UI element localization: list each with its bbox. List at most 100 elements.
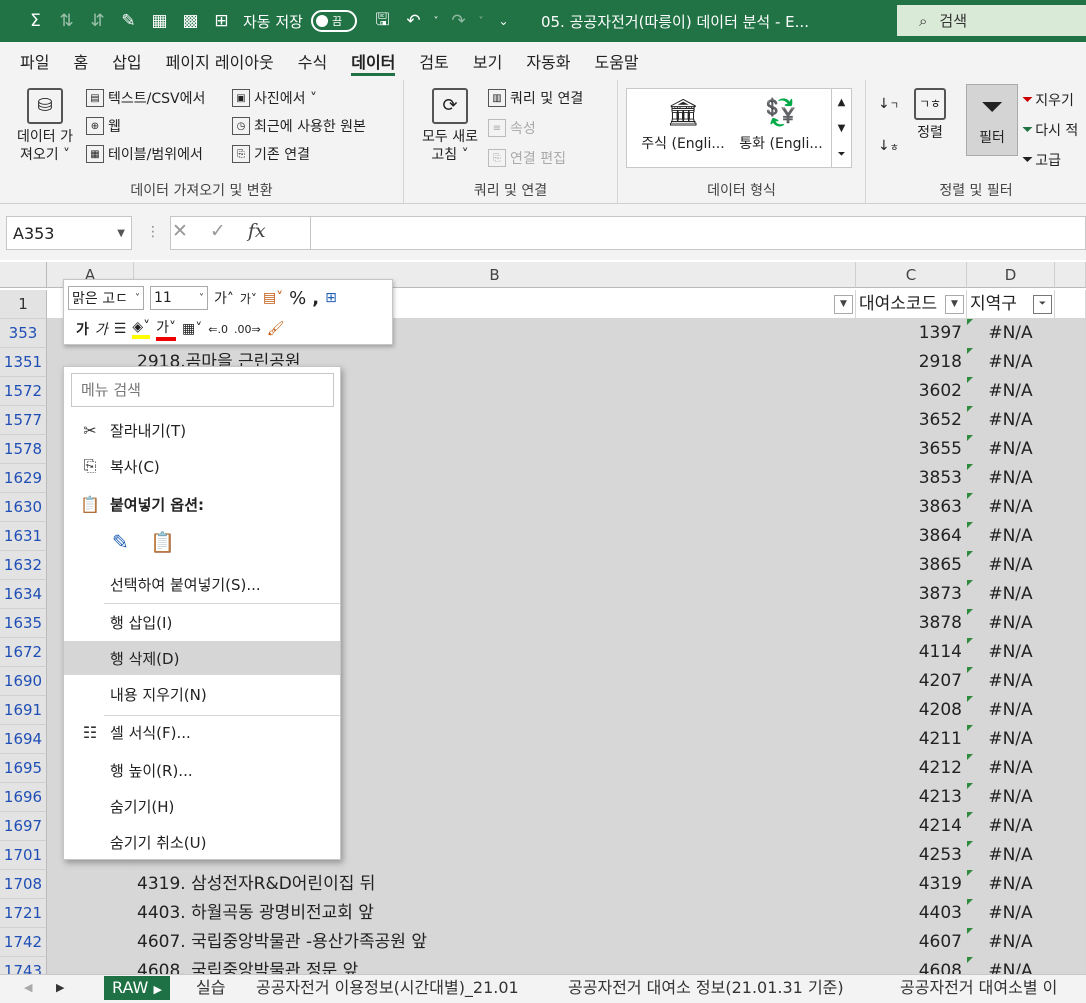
column-header-e[interactable] [1055, 262, 1086, 288]
cell-station-code[interactable]: 4207 [856, 667, 967, 696]
scroll-left-icon[interactable]: ◀ [24, 975, 32, 1001]
currencies-button[interactable]: 💱 통화 (Engli... [733, 95, 829, 153]
cell-district[interactable]: #N/A [967, 522, 1055, 551]
cell-station-code[interactable]: 3865 [856, 551, 967, 580]
cell-district[interactable]: #N/A [967, 348, 1055, 377]
cell[interactable]: 지역구 ⏷ [967, 290, 1055, 319]
bold-icon[interactable]: 가 [76, 319, 89, 339]
sheet-tab-usage[interactable]: 공공자전거 이용정보(시간대별)_21.01 [256, 975, 519, 1001]
font-color-icon[interactable]: 가˅ [156, 317, 177, 341]
cell-station-code[interactable]: 3602 [856, 377, 967, 406]
enter-icon[interactable]: ✓ [210, 220, 226, 242]
menu-item-format-cells[interactable]: ☷ 셀 서식(F)... [64, 715, 340, 749]
recent-sources-button[interactable]: ◷ 최근에 사용한 원본 [232, 116, 366, 136]
properties-button[interactable]: ≡ 속성 [488, 118, 536, 138]
row-header[interactable]: 1 [0, 290, 47, 319]
cell-e[interactable] [1055, 609, 1086, 638]
table-row[interactable]: 1721 4403. 하월곡동 광명비전교회 앞 4403 #N/A [0, 899, 1086, 928]
get-data-button[interactable]: ⛁ 데이터 가 져오기 ˅ [8, 88, 82, 164]
cell-district[interactable]: #N/A [967, 841, 1055, 870]
cell-district[interactable]: #N/A [967, 435, 1055, 464]
text-csv-button[interactable]: ▤ 텍스트/CSV에서 [86, 88, 205, 108]
filter-button[interactable]: ⏷ 필터 [966, 84, 1018, 156]
redo-dropdown-icon[interactable]: ˅ [474, 6, 488, 36]
existing-connections-button[interactable]: ⎘ 기존 연결 [232, 144, 310, 164]
insert-function-icon[interactable]: fx [248, 220, 266, 242]
table-range-button[interactable]: ▦ 테이블/범위에서 [86, 144, 203, 164]
cell-station-name[interactable]: 4607. 국립중앙박물관 -용산가족공원 앞 [134, 928, 856, 957]
accounting-format-icon[interactable]: ▤˅ [263, 290, 283, 306]
redo-icon[interactable]: ↷ [443, 6, 474, 36]
advanced-button[interactable]: ⏷ 고급 [1022, 150, 1061, 170]
autosave-control[interactable]: 자동 저장 끔 [243, 10, 357, 32]
cell-district[interactable]: #N/A [967, 319, 1055, 348]
cell-district[interactable]: #N/A [967, 812, 1055, 841]
cell-e[interactable] [1055, 667, 1086, 696]
center-across-icon[interactable]: ⊞ [206, 6, 237, 36]
sort-desc-icon[interactable]: ⇵ [82, 6, 113, 36]
cell-e[interactable] [1055, 899, 1086, 928]
cell-station-code[interactable]: 4212 [856, 754, 967, 783]
row-header[interactable]: 1632 [0, 551, 47, 580]
cell-district[interactable]: #N/A [967, 493, 1055, 522]
undo-icon[interactable]: ↶ [398, 6, 429, 36]
font-size-select[interactable]: 11 ˅ [150, 286, 208, 310]
stocks-button[interactable]: 🏛 주식 (Engli... [633, 95, 733, 153]
cell-station-code[interactable]: 3878 [856, 609, 967, 638]
sheet-tab-raw[interactable]: RAW ▶ [104, 976, 170, 1000]
paste-formatting-icon[interactable]: ✎ [112, 530, 129, 554]
row-header[interactable]: 1694 [0, 725, 47, 754]
fill-color-icon[interactable]: ◈˅ [132, 319, 151, 339]
row-header[interactable]: 1630 [0, 493, 47, 522]
cell-e[interactable] [1055, 522, 1086, 551]
cell-e[interactable] [1055, 928, 1086, 957]
name-box[interactable]: A353 ▼ [6, 216, 132, 250]
row-header[interactable]: 1701 [0, 841, 47, 870]
row-header[interactable]: 1690 [0, 667, 47, 696]
cell-district[interactable]: #N/A [967, 609, 1055, 638]
menu-item-insert-row[interactable]: 행 삽입(I) [64, 605, 340, 639]
cell-station-name[interactable]: 4319. 삼성전자R&D어린이집 뒤 [134, 870, 856, 899]
chevron-down-icon[interactable]: ▼ [117, 228, 125, 239]
cell-district[interactable]: #N/A [967, 870, 1055, 899]
cell-district[interactable]: #N/A [967, 638, 1055, 667]
increase-decimal-icon[interactable]: ⇐.0 [208, 323, 228, 336]
cell-station-code[interactable]: 3853 [856, 464, 967, 493]
cell-e[interactable] [1055, 319, 1086, 348]
tab-page-layout[interactable]: 페이지 레이아웃 [154, 42, 286, 80]
reapply-button[interactable]: ⏷ 다시 적 [1022, 120, 1078, 140]
column-header-c[interactable]: C [856, 262, 967, 288]
cell-district[interactable]: #N/A [967, 580, 1055, 609]
menu-item-cut[interactable]: ✂ 잘라내기(T) [64, 413, 340, 447]
row-header[interactable]: 1721 [0, 899, 47, 928]
sheet-tab-practice[interactable]: 실습 [196, 975, 225, 1001]
menu-item-clear-contents[interactable]: 내용 지우기(N) [64, 677, 340, 711]
cell-station-code[interactable]: 4319 [856, 870, 967, 899]
cell-a[interactable] [47, 899, 134, 928]
column-header-d[interactable]: D [967, 262, 1055, 288]
cell-district[interactable]: #N/A [967, 783, 1055, 812]
row-header[interactable]: 1351 [0, 348, 47, 377]
cell-e[interactable] [1055, 638, 1086, 667]
tab-help[interactable]: 도움말 [582, 42, 650, 80]
tab-file[interactable]: 파일 [8, 42, 61, 80]
cell[interactable]: 대여소코드 ▼ [856, 290, 967, 319]
cell-district[interactable]: #N/A [967, 725, 1055, 754]
row-header[interactable]: 1697 [0, 812, 47, 841]
filter-dropdown-icon[interactable]: ▼ [945, 295, 964, 314]
cell-e[interactable] [1055, 377, 1086, 406]
cell-district[interactable]: #N/A [967, 928, 1055, 957]
scroll-up-icon[interactable]: ▲ [838, 97, 846, 108]
cell-district[interactable]: #N/A [967, 754, 1055, 783]
cell-a[interactable] [47, 957, 134, 974]
cell-station-code[interactable]: 4608 [856, 957, 967, 974]
row-header[interactable]: 1629 [0, 464, 47, 493]
autosum-icon[interactable]: Σ [20, 6, 51, 36]
cell-station-code[interactable]: 4114 [856, 638, 967, 667]
row-header[interactable]: 1634 [0, 580, 47, 609]
cell-e[interactable] [1055, 783, 1086, 812]
save-icon[interactable]: 🖫 [367, 6, 398, 36]
scroll-right-icon[interactable]: ▶ [56, 975, 64, 1001]
row-header[interactable]: 1631 [0, 522, 47, 551]
cell-e[interactable] [1055, 493, 1086, 522]
